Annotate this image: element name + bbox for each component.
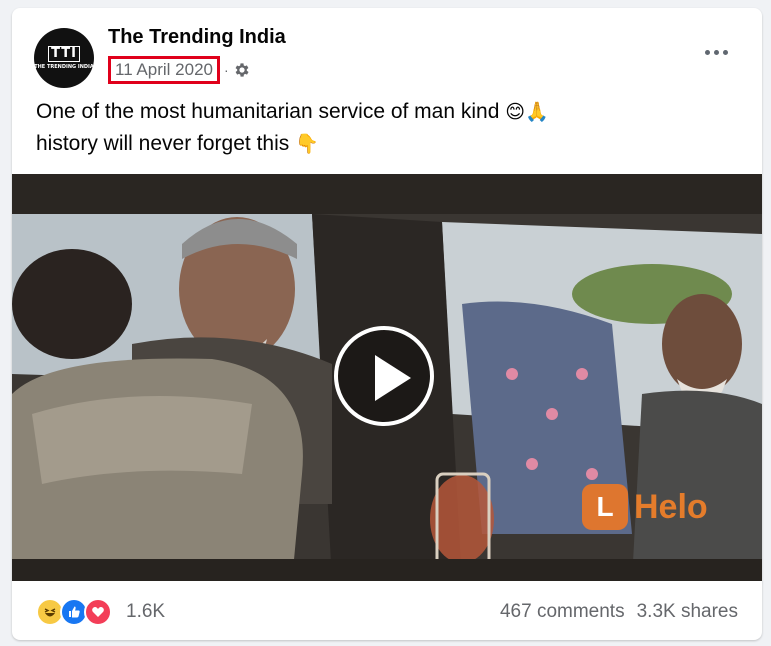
post-date-link[interactable]: 11 April 2020 (108, 56, 220, 84)
helo-watermark-text: Helo (634, 487, 708, 526)
comments-count-link[interactable]: 467 comments (500, 601, 625, 623)
more-dot (722, 49, 728, 55)
play-triangle (375, 355, 411, 401)
haha-face (44, 608, 56, 617)
helo-logo-icon: L (582, 484, 628, 530)
post-text-line-2: history will never forget this 👇 (36, 128, 736, 160)
pointing-down-emoji-icon: 👇 (295, 133, 319, 155)
post-meta: 11 April 2020 · (108, 56, 251, 84)
post-card: TTI THE TRENDING INDIA The Trending Indi… (12, 8, 762, 640)
meta-separator: · (223, 62, 229, 78)
avatar-logo-sub: THE TRENDING INDIA (34, 64, 94, 70)
post-text: One of the most humanitarian service of … (36, 96, 736, 160)
heart (92, 607, 104, 617)
reaction-count[interactable]: 1.6K (126, 601, 165, 623)
reactions-summary[interactable]: 1.6K (36, 598, 165, 626)
love-icon (84, 598, 112, 626)
shares-count-link[interactable]: 3.3K shares (637, 601, 738, 623)
helo-watermark: L Helo (582, 484, 708, 530)
play-icon[interactable] (334, 326, 434, 426)
post-footer: 1.6K 467 comments 3.3K shares (12, 581, 762, 640)
page-name-link[interactable]: The Trending India (108, 26, 286, 49)
smile-pray-emoji-icon: 😊🙏 (505, 101, 549, 123)
post-text-line-2-text: history will never forget this (36, 132, 290, 155)
page-avatar[interactable]: TTI THE TRENDING INDIA (34, 28, 94, 88)
more-dot (704, 49, 710, 55)
video-player[interactable]: L Helo (12, 174, 762, 581)
avatar-logo: TTI (48, 46, 80, 62)
more-options-icon[interactable] (698, 42, 734, 62)
gear-icon[interactable] (233, 61, 251, 79)
more-dot (713, 49, 719, 55)
post-text-line-1-text: One of the most humanitarian service of … (36, 100, 500, 123)
thumbs-up (69, 606, 80, 618)
post-text-line-1: One of the most humanitarian service of … (36, 96, 736, 128)
engagement-stats: 467 comments 3.3K shares (500, 601, 738, 623)
